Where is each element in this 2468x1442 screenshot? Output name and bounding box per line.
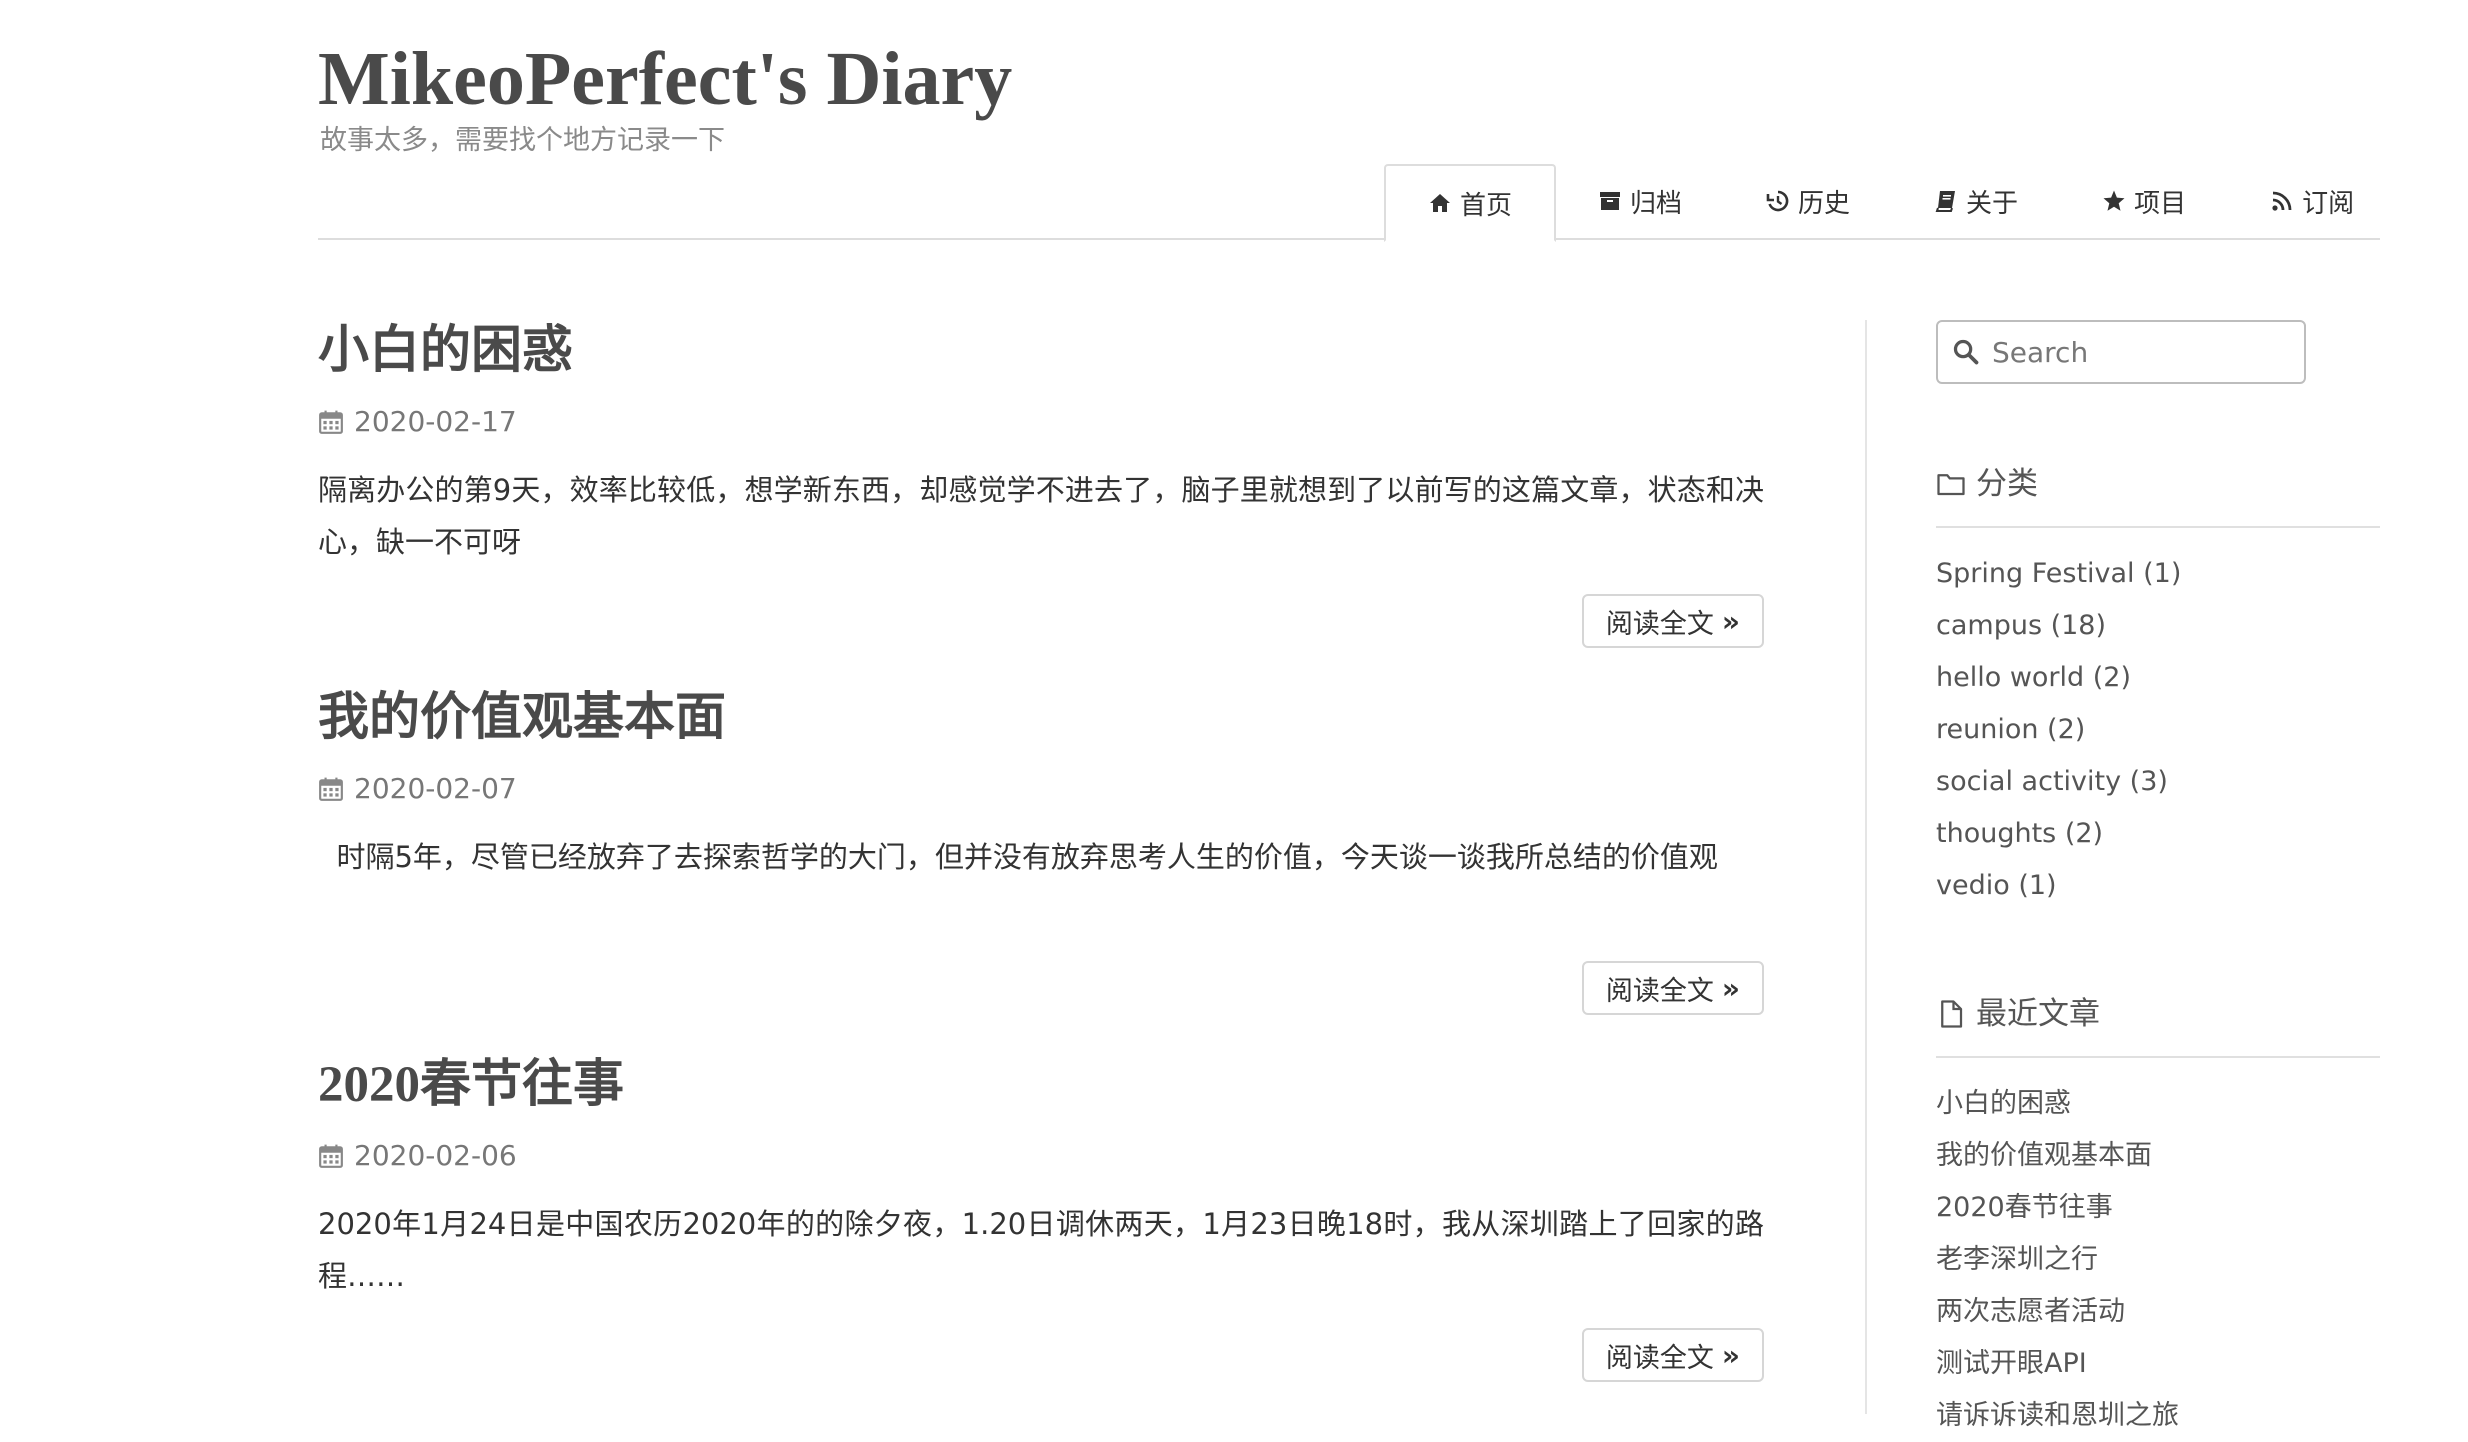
search-icon xyxy=(1953,339,1979,365)
home-icon xyxy=(1428,191,1452,215)
read-more-label: 阅读全文 xyxy=(1605,1342,1714,1374)
category-link[interactable]: vedio (1) xyxy=(1936,860,2380,912)
double-chevron-right-icon: » xyxy=(1721,1338,1740,1372)
recent-post-link[interactable]: 2020春节往事 xyxy=(1936,1182,2380,1234)
read-more-label: 阅读全文 xyxy=(1605,608,1714,640)
sidebar-divider xyxy=(1865,320,1867,1414)
recent-post-link[interactable]: 请诉诉读和恩圳之旅 xyxy=(1936,1390,2380,1442)
rss-icon xyxy=(2270,189,2294,213)
category-list: Spring Festival (1) campus (18) hello wo… xyxy=(1936,548,2380,912)
post-title[interactable]: 小白的困惑 xyxy=(318,316,1764,386)
read-more-label: 阅读全文 xyxy=(1605,975,1714,1007)
main-nav: 首页 归档 历史 关于 项目 订阅 xyxy=(1384,164,2396,242)
star-icon xyxy=(2102,189,2126,213)
nav-label: 历史 xyxy=(1798,188,1851,219)
nav-label: 归档 xyxy=(1630,188,1683,219)
recent-posts-widget: 最近文章 小白的困惑 我的价值观基本面 2020春节往事 老李深圳之行 两次志愿… xyxy=(1936,992,2380,1442)
sidebar: 分类 Spring Festival (1) campus (18) hello… xyxy=(1936,320,2380,1431)
nav-item-projects[interactable]: 项目 xyxy=(2060,164,2228,238)
post-item: 我的价值观基本面 2020-02-07 时隔5年，尽管已经放弃了去探索哲学的大门… xyxy=(318,683,1764,1050)
archive-icon xyxy=(1598,189,1622,213)
category-link[interactable]: campus (18) xyxy=(1936,600,2380,652)
site-title[interactable]: MikeoPerfect's Diary xyxy=(318,34,1012,124)
post-item: 2020春节往事 2020-02-06 2020年1月24日是中国农历2020年… xyxy=(318,1050,1764,1417)
post-excerpt: 2020年1月24日是中国农历2020年的的除夕夜，1.20日调休两天，1月23… xyxy=(318,1207,1764,1293)
categories-heading: 分类 xyxy=(1936,462,2380,506)
post-date: 2020-02-07 xyxy=(318,769,1764,809)
recent-post-link[interactable]: 两次志愿者活动 xyxy=(1936,1286,2380,1338)
nav-label: 项目 xyxy=(2134,188,2187,219)
categories-widget: 分类 Spring Festival (1) campus (18) hello… xyxy=(1936,462,2380,912)
read-more-button[interactable]: 阅读全文 » xyxy=(1581,961,1764,1015)
recent-heading: 最近文章 xyxy=(1936,992,2380,1036)
file-icon xyxy=(1941,1000,1963,1028)
calendar-icon xyxy=(318,1143,344,1169)
nav-item-history[interactable]: 历史 xyxy=(1724,164,1892,238)
recent-post-link[interactable]: 老李深圳之行 xyxy=(1936,1234,2380,1286)
category-link[interactable]: social activity (3) xyxy=(1936,756,2380,808)
post-date-text: 2020-02-07 xyxy=(354,772,517,805)
nav-item-archive[interactable]: 归档 xyxy=(1556,164,1724,238)
recent-post-link[interactable]: 小白的困惑 xyxy=(1936,1078,2380,1130)
calendar-icon xyxy=(318,409,344,435)
site-subtitle: 故事太多，需要找个地方记录一下 xyxy=(320,125,725,156)
search-box xyxy=(1936,320,2306,384)
post-date: 2020-02-17 xyxy=(318,402,1764,442)
widget-divider xyxy=(1936,526,2380,528)
nav-item-subscribe[interactable]: 订阅 xyxy=(2228,164,2396,238)
post-item: 小白的困惑 2020-02-17 隔离办公的第9天，效率比较低，想学新东西，却感… xyxy=(318,316,1764,683)
post-list: 小白的困惑 2020-02-17 隔离办公的第9天，效率比较低，想学新东西，却感… xyxy=(318,316,1764,1417)
category-link[interactable]: Spring Festival (1) xyxy=(1936,548,2380,600)
read-more-button[interactable]: 阅读全文 » xyxy=(1581,594,1764,648)
read-more-button[interactable]: 阅读全文 » xyxy=(1581,1328,1764,1382)
nav-label: 订阅 xyxy=(2302,188,2355,219)
double-chevron-right-icon: » xyxy=(1721,971,1740,1005)
post-title[interactable]: 2020春节往事 xyxy=(318,1050,1764,1120)
post-date: 2020-02-06 xyxy=(318,1136,1764,1176)
post-date-text: 2020-02-17 xyxy=(354,405,517,438)
recent-post-list: 小白的困惑 我的价值观基本面 2020春节往事 老李深圳之行 两次志愿者活动 测… xyxy=(1936,1078,2380,1442)
recent-title: 最近文章 xyxy=(1976,996,2100,1032)
nav-item-home[interactable]: 首页 xyxy=(1384,164,1557,242)
nav-item-about[interactable]: 关于 xyxy=(1892,164,2060,238)
post-date-text: 2020-02-06 xyxy=(354,1139,517,1172)
recent-post-link[interactable]: 测试开眼API xyxy=(1936,1338,2380,1390)
category-link[interactable]: hello world (2) xyxy=(1936,652,2380,704)
book-icon xyxy=(1934,189,1958,213)
category-link[interactable]: reunion (2) xyxy=(1936,704,2380,756)
widget-divider xyxy=(1936,1056,2380,1058)
recent-post-link[interactable]: 我的价值观基本面 xyxy=(1936,1130,2380,1182)
nav-label: 关于 xyxy=(1966,188,2019,219)
categories-title: 分类 xyxy=(1976,466,2038,502)
folder-icon xyxy=(1937,474,1965,496)
search-input[interactable] xyxy=(1990,334,2294,370)
history-icon xyxy=(1766,189,1790,213)
post-title[interactable]: 我的价值观基本面 xyxy=(318,683,1764,753)
category-link[interactable]: thoughts (2) xyxy=(1936,808,2380,860)
post-excerpt: 隔离办公的第9天，效率比较低，想学新东西，却感觉学不进去了，脑子里就想到了以前写… xyxy=(318,473,1764,559)
nav-label: 首页 xyxy=(1460,190,1513,221)
double-chevron-right-icon: » xyxy=(1721,604,1740,638)
post-excerpt: 时隔5年，尽管已经放弃了去探索哲学的大门，但并没有放弃思考人生的价值，今天谈一谈… xyxy=(318,840,1718,874)
calendar-icon xyxy=(318,776,344,802)
